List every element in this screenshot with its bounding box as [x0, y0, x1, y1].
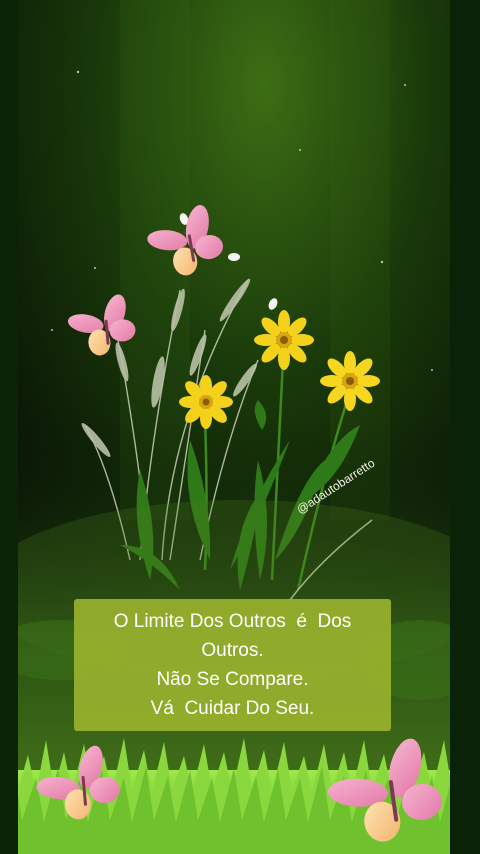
sunflower-icon — [320, 351, 380, 411]
caption-line: Outros. — [201, 640, 264, 661]
right-border — [450, 0, 480, 854]
caption-line: Não Se Compare. — [156, 669, 309, 690]
sunflower-icon — [254, 310, 314, 370]
caption-line: O Limite Dos Outros é Dos — [113, 611, 352, 632]
sunflower-icon — [179, 375, 233, 429]
quote-caption-box: O Limite Dos Outros é Dos Outros. Não Se… — [74, 599, 391, 731]
left-border — [0, 0, 18, 854]
caption-line: Vá Cuidar Do Seu. — [150, 698, 315, 719]
